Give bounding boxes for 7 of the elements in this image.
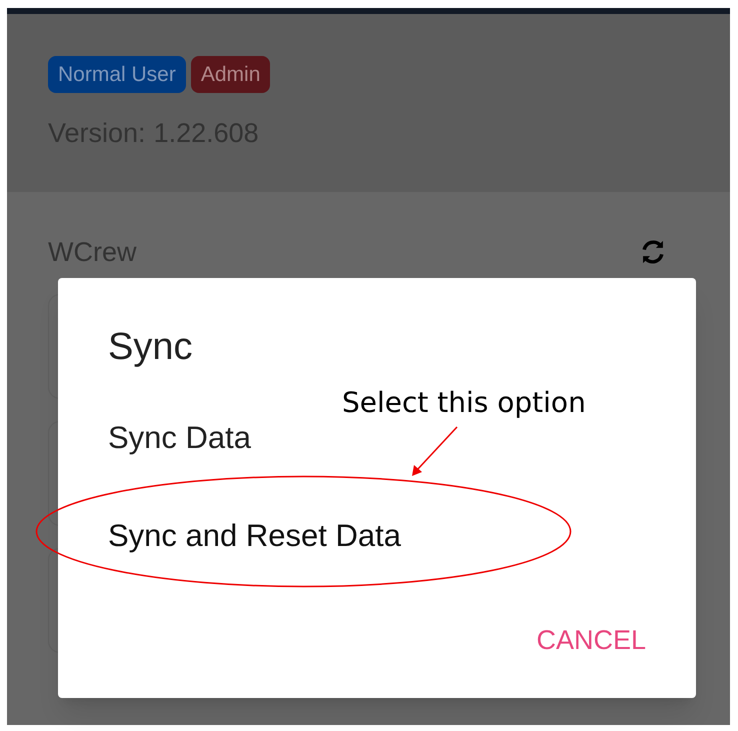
dialog-title: Sync — [108, 328, 194, 366]
role-tag: Admin — [190, 56, 270, 93]
annotation-arrow — [409, 426, 459, 478]
dialog-option[interactable]: Sync and Reset Data — [108, 506, 646, 566]
role-tag: Normal User — [48, 56, 186, 93]
annotation-text: Select this option — [342, 385, 586, 421]
cancel-button[interactable]: CANCEL — [536, 620, 646, 660]
